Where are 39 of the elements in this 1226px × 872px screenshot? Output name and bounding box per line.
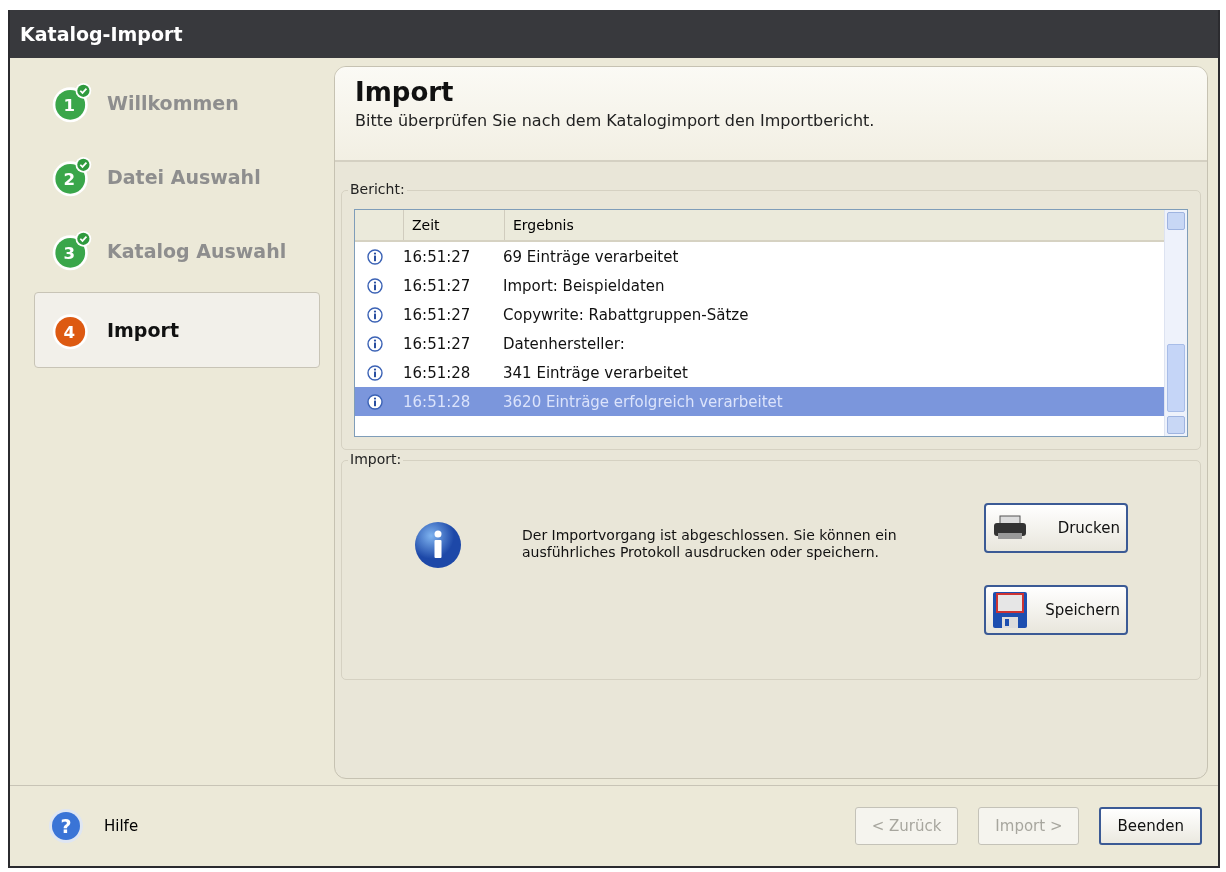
finish-button[interactable]: Beenden <box>1099 807 1202 845</box>
result-cell-text: Import: Beispieldaten <box>502 276 665 295</box>
window-title: Katalog-Import <box>20 23 183 45</box>
result-cell-text: Copywrite: Rabattgruppen-Sätze <box>502 305 749 324</box>
info-icon <box>414 521 462 569</box>
time-cell-text: 16:51:28 <box>402 392 472 411</box>
print-button[interactable]: Drucken <box>984 503 1128 553</box>
printer-icon <box>992 514 1028 542</box>
info-icon <box>367 248 383 265</box>
info-icon <box>367 306 383 323</box>
wizard-step[interactable]: 4 Import <box>34 292 320 368</box>
report-row[interactable]: 16:51:27 69 Einträge verarbeitet <box>355 242 1164 271</box>
time-cell-text: 16:51:27 <box>402 247 472 266</box>
report-row[interactable]: 16:51:27 Import: Beispieldaten <box>355 271 1164 300</box>
group-label: Import: <box>348 451 404 467</box>
info-icon <box>367 335 383 352</box>
scrollbar[interactable] <box>1164 210 1187 436</box>
info-icon <box>367 364 383 381</box>
result-cell-text: 3620 Einträge erfolgreich verarbeitet <box>502 392 783 411</box>
page-title: Import <box>355 77 455 107</box>
time-cell-text: 16:51:28 <box>402 363 472 382</box>
save-button[interactable]: Speichern <box>984 585 1128 635</box>
time-cell-text: 16:51:27 <box>402 305 472 324</box>
report-row[interactable]: 16:51:27 Datenhersteller: <box>355 329 1164 358</box>
report-row[interactable]: 16:51:27 Copywrite: Rabattgruppen-Sätze <box>355 300 1164 329</box>
page-subtitle: Bitte überprüfen Sie nach dem Katalogimport den Importbericht. <box>355 111 876 130</box>
result-cell-text: 341 Einträge verarbeitet <box>502 363 688 382</box>
time-cell-text: 16:51:27 <box>402 334 472 353</box>
info-icon <box>367 277 383 294</box>
time-cell-text: 16:51:27 <box>402 276 472 295</box>
info-message: Der Importvorgang ist abgeschlossen. Sie können ein ausführliches Protokoll ausdrucken oder speichern. <box>522 527 898 561</box>
group-label: Bericht: <box>348 181 407 197</box>
info-icon <box>367 393 383 410</box>
report-row[interactable]: 16:51:28 341 Einträge verarbeitet <box>355 358 1164 387</box>
result-cell-text: Datenhersteller: <box>502 334 625 353</box>
help-icon[interactable]: ? <box>48 808 84 844</box>
column-header[interactable]: Zeit <box>403 210 504 240</box>
help-link[interactable]: Hilfe <box>104 817 139 835</box>
result-cell-text: 69 Einträge verarbeitet <box>502 247 679 266</box>
